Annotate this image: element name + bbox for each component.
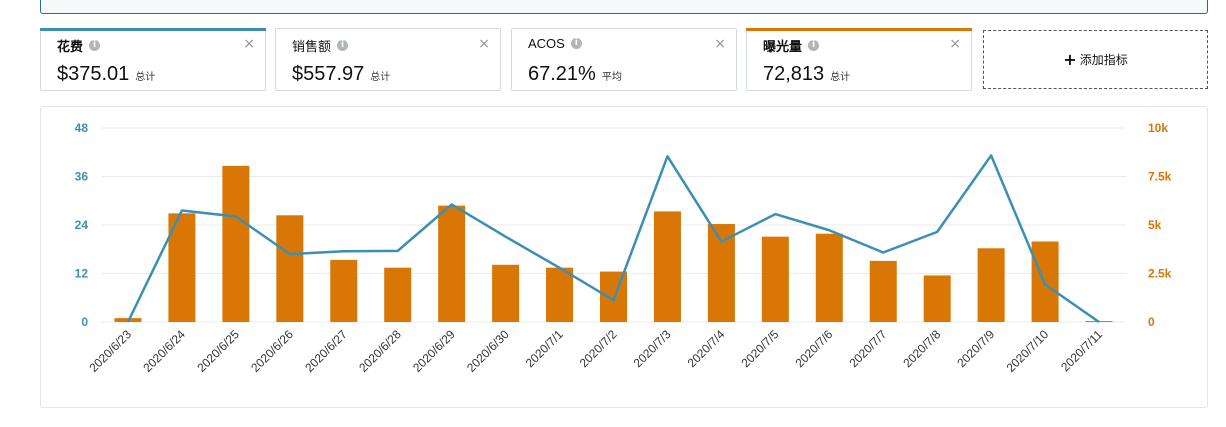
y-right-tick-label: 0 xyxy=(1148,315,1155,329)
chart-bar xyxy=(546,267,574,322)
y-left-tick-label: 12 xyxy=(75,267,89,281)
metric-value-text: $375.01 xyxy=(57,63,130,85)
chart-bar xyxy=(330,259,358,322)
metric-value: $557.97 总计 xyxy=(292,63,390,86)
metric-value-text: 67.21% xyxy=(528,63,596,85)
metric-title-text: 花费 xyxy=(57,39,84,54)
x-tick-label: 2020/6/28 xyxy=(356,327,404,375)
metric-value: $375.01 总计 xyxy=(57,63,155,86)
y-left-tick-label: 0 xyxy=(81,315,88,329)
chart-bar xyxy=(923,275,951,322)
chart-bar xyxy=(869,260,897,322)
x-tick-label: 2020/6/27 xyxy=(302,327,350,375)
metric-card-spend[interactable]: 花费 i × $375.01 总计 xyxy=(40,28,266,91)
add-metric-label: 添加指标 xyxy=(1079,53,1128,67)
chart-panel: 0 0 12 2.5k 24 5k 36 7.5k 48 10k 2020/6/23 2020/6/2… xyxy=(40,106,1208,408)
performance-chart: 0 012 2.5k24 5k36 7.5k48 10k2020/6/23 2020/6/2… xyxy=(75,121,1172,375)
y-left-tick-label: 24 xyxy=(75,218,89,232)
metric-value-text: 72,813 xyxy=(763,63,825,85)
chart-bar xyxy=(438,205,466,322)
metric-title: 花费 i xyxy=(57,36,101,55)
info-icon[interactable]: i xyxy=(808,40,820,51)
info-icon[interactable]: i xyxy=(337,40,349,51)
y-right-tick-label: 5k xyxy=(1148,218,1162,232)
x-tick-label: 2020/6/30 xyxy=(464,327,512,375)
metric-title: 曝光量 i xyxy=(763,36,820,55)
close-icon[interactable]: × xyxy=(243,37,255,51)
y-left-tick-label: 36 xyxy=(75,170,89,184)
chart-bar xyxy=(222,165,250,322)
x-tick-label: 2020/6/29 xyxy=(410,327,458,375)
chart-bar xyxy=(492,264,520,322)
x-tick-label: 2020/7/7 xyxy=(846,327,889,370)
x-tick-label: 2020/6/24 xyxy=(140,327,188,375)
x-tick-label: 2020/7/9 xyxy=(954,327,997,370)
x-tick-label: 2020/6/23 xyxy=(86,327,134,375)
metric-value: 67.21% 平均 xyxy=(528,63,622,86)
metric-title-text: ACOS xyxy=(528,36,565,51)
close-icon[interactable]: × xyxy=(478,37,490,51)
metric-value-suffix: 总计 xyxy=(135,72,156,83)
metric-value: 72,813 总计 xyxy=(763,63,850,86)
add-metric-button[interactable]: + 添加指标 xyxy=(983,30,1208,89)
x-tick-label: 2020/6/25 xyxy=(194,327,242,375)
x-tick-label: 2020/7/6 xyxy=(792,327,835,370)
x-tick-label: 2020/7/5 xyxy=(739,327,782,370)
metric-value-suffix: 总计 xyxy=(830,72,851,83)
chart-line-series xyxy=(126,154,1100,324)
info-icon[interactable]: i xyxy=(570,38,582,49)
metric-card-accent xyxy=(746,28,972,31)
x-tick-label: 2020/7/10 xyxy=(1004,327,1052,375)
metric-card-sales[interactable]: 销售额 i × $557.97 总计 xyxy=(275,28,501,91)
plus-icon: + xyxy=(1063,49,1077,69)
chart-bar xyxy=(276,215,304,322)
y-right-tick-label: 10k xyxy=(1148,121,1168,135)
y-left-tick-label: 48 xyxy=(75,121,89,135)
metric-value-text: $557.97 xyxy=(292,63,365,85)
x-tick-label: 2020/7/1 xyxy=(523,327,566,370)
x-tick-label: 2020/7/3 xyxy=(631,327,674,370)
metric-card-acos[interactable]: ACOS i × 67.21% 平均 xyxy=(511,28,737,91)
chart-bar xyxy=(977,248,1005,322)
chart-bar xyxy=(707,224,735,322)
chart-bar xyxy=(815,233,843,322)
metric-title-text: 销售额 xyxy=(292,39,332,54)
close-icon[interactable]: × xyxy=(714,37,726,51)
metric-card-impressions[interactable]: 曝光量 i × 72,813 总计 xyxy=(746,28,972,91)
metric-title: 销售额 i xyxy=(292,36,349,55)
x-tick-label: 2020/7/11 xyxy=(1058,327,1105,374)
info-icon[interactable]: i xyxy=(89,40,101,51)
y-right-tick-label: 7.5k xyxy=(1148,170,1172,184)
metric-value-suffix: 平均 xyxy=(601,72,622,83)
close-icon[interactable]: × xyxy=(949,37,961,51)
metric-title: ACOS i xyxy=(528,36,582,51)
x-tick-label: 2020/7/8 xyxy=(900,327,943,370)
metric-title-text: 曝光量 xyxy=(763,39,803,54)
x-tick-label: 2020/6/26 xyxy=(248,327,296,375)
metric-card-accent xyxy=(40,28,266,31)
chart-bar xyxy=(384,267,412,322)
y-right-tick-label: 2.5k xyxy=(1148,267,1172,281)
chart-bar xyxy=(653,211,681,322)
chart-bar xyxy=(761,236,789,322)
x-tick-label: 2020/7/4 xyxy=(685,327,728,370)
metric-value-suffix: 总计 xyxy=(370,72,391,83)
top-panel-border xyxy=(40,0,1208,14)
x-tick-label: 2020/7/2 xyxy=(577,327,620,370)
